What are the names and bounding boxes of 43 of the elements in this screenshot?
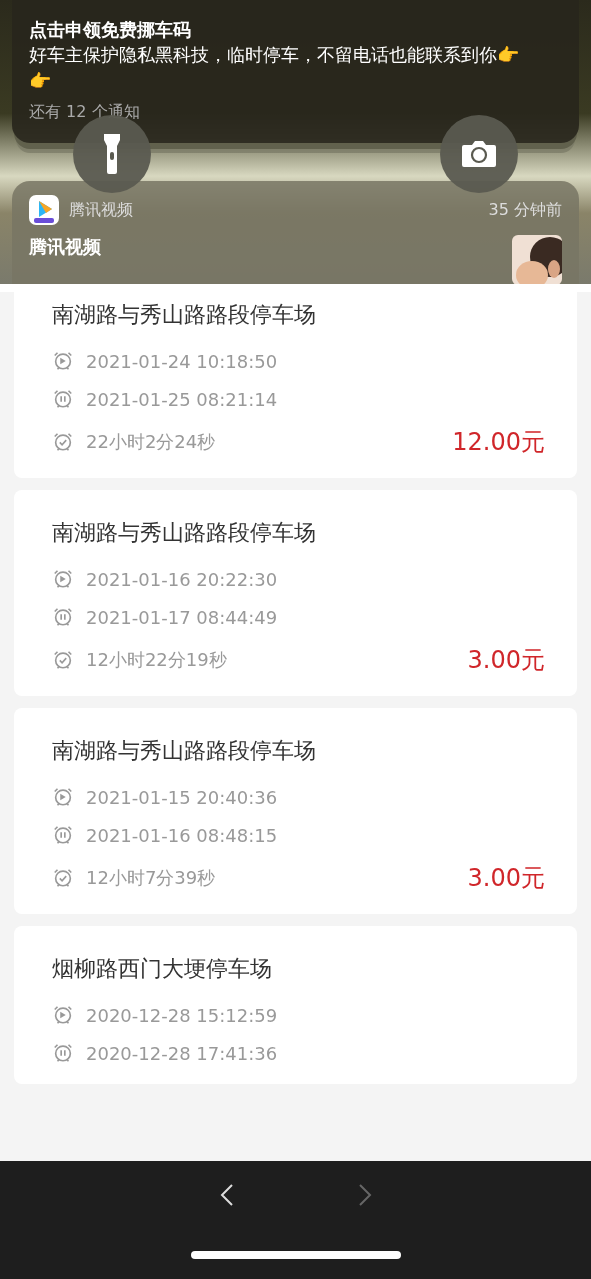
alarm-play-icon bbox=[52, 568, 74, 590]
start-time: 2021-01-24 10:18:50 bbox=[86, 350, 279, 372]
start-time: 2021-01-16 20:22:30 bbox=[86, 568, 279, 590]
start-time: 2020-12-28 15:12:59 bbox=[86, 1004, 279, 1026]
start-time: 2021-01-15 20:40:36 bbox=[86, 786, 279, 808]
more-notifications: 还有 12 个通知 bbox=[29, 102, 141, 123]
notification-body: 好车主保护隐私黑科技，临时停车，不留电话也能联系到你👉👉 bbox=[29, 43, 520, 93]
end-time: 2021-01-25 08:21:14 bbox=[86, 388, 279, 410]
alarm-pause-icon bbox=[52, 388, 74, 410]
alarm-check-icon bbox=[52, 867, 74, 889]
parking-duration: 12小时7分39秒 bbox=[86, 866, 217, 890]
parking-duration: 12小时22分19秒 bbox=[86, 648, 228, 672]
notification-time: 35 分钟前 bbox=[488, 199, 562, 221]
end-time: 2020-12-28 17:41:36 bbox=[86, 1042, 279, 1064]
camera-icon bbox=[461, 140, 497, 168]
alarm-pause-icon bbox=[52, 606, 74, 628]
parking-lot-name: 烟柳路西门大埂停车场 bbox=[52, 955, 273, 983]
parking-lot-name: 南湖路与秀山路路段停车场 bbox=[52, 519, 317, 547]
alarm-pause-icon bbox=[52, 1042, 74, 1064]
notification-title: 点击申领免费挪车码 bbox=[29, 18, 192, 42]
parking-fee: 12.00元 bbox=[452, 427, 545, 458]
alarm-play-icon bbox=[52, 1004, 74, 1026]
alarm-pause-icon bbox=[52, 824, 74, 846]
alarm-check-icon bbox=[52, 649, 74, 671]
parking-record-card[interactable]: 南湖路与秀山路路段停车场 2021-01-16 20:22:30 2021-01-17 08:44:49 12小时22分19秒 3.00元 bbox=[14, 490, 577, 696]
parking-record-card[interactable]: 南湖路与秀山路路段停车场 2021-01-24 10:18:50 2021-01-25 08:21:14 22小时2分24秒 12.00元 bbox=[14, 292, 577, 478]
parking-fee: 3.00元 bbox=[467, 863, 545, 894]
app-name: 腾讯视频 bbox=[69, 199, 134, 221]
parking-fee: 3.00元 bbox=[467, 645, 545, 676]
parking-lot-name: 南湖路与秀山路路段停车场 bbox=[52, 301, 317, 329]
alarm-play-icon bbox=[52, 350, 74, 372]
app-icon bbox=[29, 195, 59, 225]
alarm-check-icon bbox=[52, 431, 74, 453]
parking-lot-name: 南湖路与秀山路路段停车场 bbox=[52, 737, 317, 765]
alarm-play-icon bbox=[52, 786, 74, 808]
flashlight-icon bbox=[103, 134, 121, 174]
parking-record-card[interactable]: 南湖路与秀山路路段停车场 2021-01-15 20:40:36 2021-01-16 08:48:15 12小时7分39秒 3.00元 bbox=[14, 708, 577, 914]
parking-duration: 22小时2分24秒 bbox=[86, 430, 217, 454]
notification-title: 腾讯视频 bbox=[29, 235, 101, 259]
parking-record-card[interactable]: 烟柳路西门大埂停车场 2020-12-28 15:12:59 2020-12-28 17:41:36 bbox=[14, 926, 577, 1084]
end-time: 2021-01-16 08:48:15 bbox=[86, 824, 279, 846]
end-time: 2021-01-17 08:44:49 bbox=[86, 606, 279, 628]
notification-card[interactable]: 腾讯视频 35 分钟前 腾讯视频 bbox=[12, 181, 579, 284]
